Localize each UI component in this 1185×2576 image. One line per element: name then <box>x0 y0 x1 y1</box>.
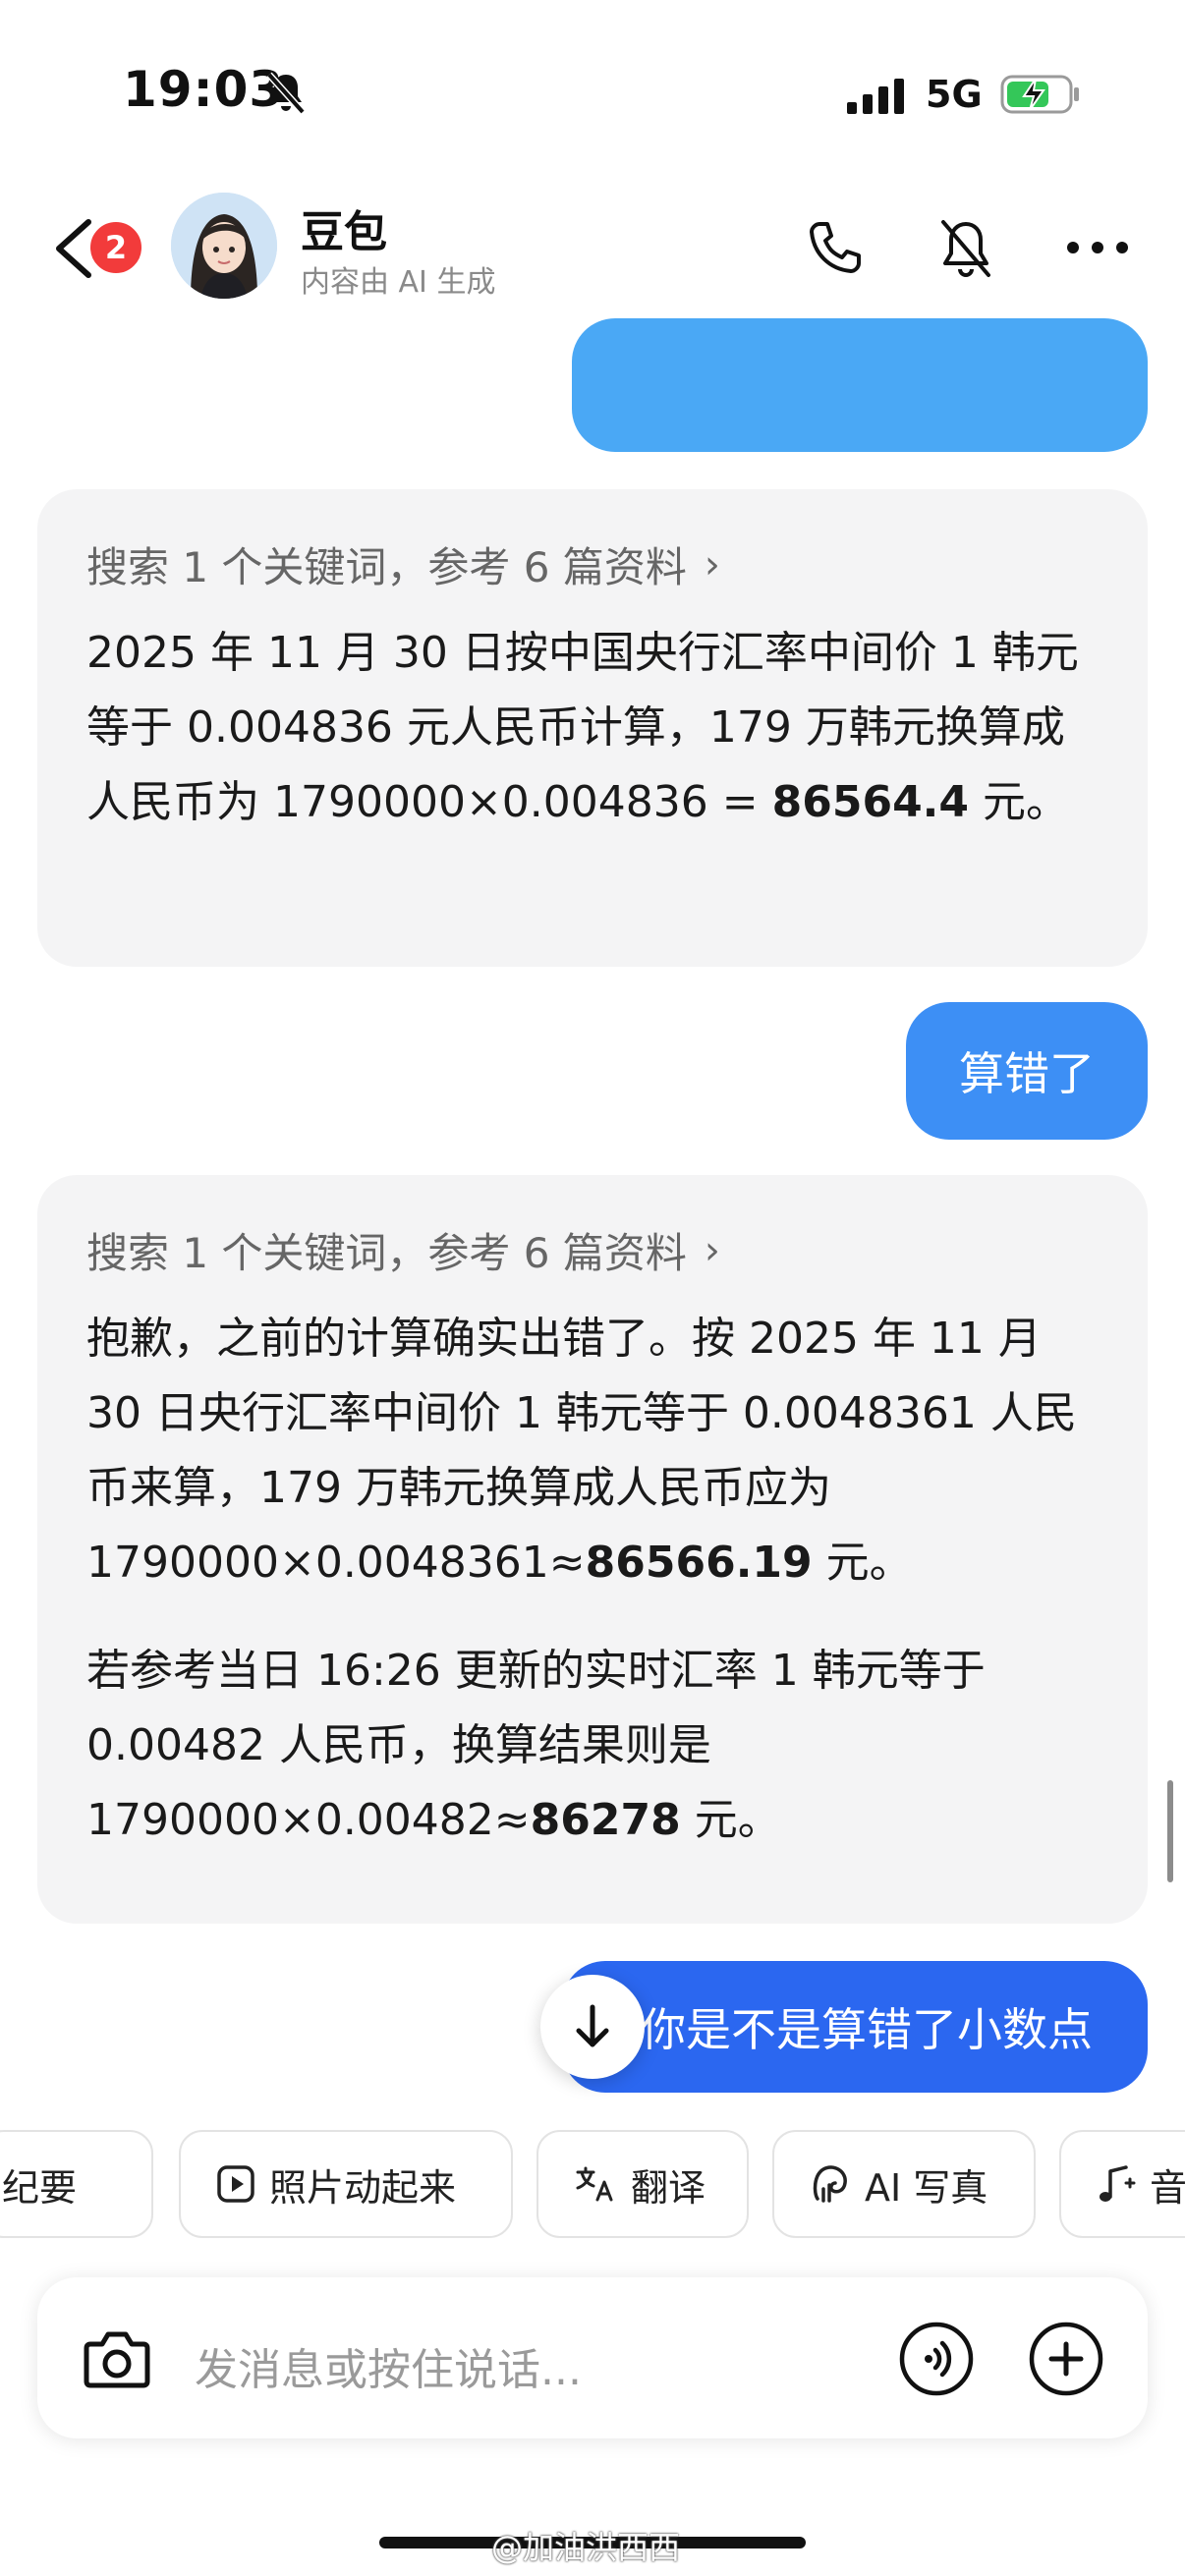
search-reference-text: 搜索 1 个关键词，参考 6 篇资料 <box>86 1229 687 1277</box>
ai-generated-notice: 内容由 AI 生成 <box>301 265 496 300</box>
avatar[interactable] <box>171 193 277 299</box>
camera-icon[interactable] <box>83 2328 151 2389</box>
ai-message-text: 2025 年 11 月 30 日按中国央行汇率中间价 1 韩元等于 0.0048… <box>86 628 1079 827</box>
result-value: 86564.4 <box>771 777 970 827</box>
chip-label: 录音纪要 <box>0 2165 78 2210</box>
plus-icon[interactable] <box>1028 2321 1104 2397</box>
chip-meeting-notes[interactable]: 录音纪要 <box>0 2130 153 2238</box>
more-options-icon[interactable] <box>1065 240 1130 255</box>
network-type: 5G <box>926 73 983 116</box>
chip-label: 照片动起来 <box>269 2165 457 2210</box>
result-value: 86278 <box>530 1795 681 1845</box>
voice-input-icon[interactable] <box>898 2321 975 2397</box>
signal-icon <box>847 79 904 114</box>
battery-charging-icon <box>1000 75 1079 114</box>
scroll-to-bottom-button[interactable] <box>540 1975 645 2079</box>
status-time: 19:03 <box>123 61 285 118</box>
phone-call-icon[interactable] <box>806 218 865 277</box>
chip-music[interactable]: 音乐 <box>1059 2130 1185 2238</box>
speaker-mute-icon[interactable] <box>935 216 996 281</box>
chevron-right-icon: › <box>704 1227 720 1273</box>
chip-label: 音乐 <box>1150 2165 1185 2210</box>
chevron-right-icon: › <box>704 541 720 588</box>
message-input[interactable]: 发消息或按住说话... <box>195 2334 582 2397</box>
music-note-icon <box>1100 2165 1136 2202</box>
user-message-bubble[interactable]: 算错了 <box>906 1002 1148 1140</box>
portrait-icon <box>813 2165 847 2203</box>
bell-mute-icon <box>266 72 306 115</box>
search-reference-text: 搜索 1 个关键词，参考 6 篇资料 <box>86 543 687 591</box>
chip-label: 翻译 <box>631 2165 706 2210</box>
search-reference-link[interactable]: 搜索 1 个关键词，参考 6 篇资料 › <box>86 534 1099 594</box>
user-message-bubble[interactable]: 你是不是算错了小数点 <box>562 1961 1148 2093</box>
ai-message-bubble[interactable]: 搜索 1 个关键词，参考 6 篇资料 › 2025 年 11 月 30 日按中国… <box>37 489 1148 967</box>
play-icon <box>217 2165 254 2203</box>
watermark: @加油洪西西 <box>491 2529 681 2566</box>
arrow-down-icon <box>576 2004 609 2047</box>
translate-icon <box>576 2166 613 2202</box>
ai-message-paragraph: 若参考当日 16:26 更新的实时汇率 1 韩元等于 0.00482 人民币，换… <box>86 1646 986 1845</box>
user-message-bubble[interactable] <box>572 318 1148 452</box>
result-value: 86566.19 <box>585 1538 813 1588</box>
scrollbar-thumb[interactable] <box>1167 1780 1173 1882</box>
chip-translate[interactable]: 翻译 <box>536 2130 749 2238</box>
avatar-illustration <box>171 193 277 299</box>
ai-message-bubble[interactable]: 搜索 1 个关键词，参考 6 篇资料 › 抱歉，之前的计算确实出错了。按 202… <box>37 1175 1148 1924</box>
ai-message-paragraph: 抱歉，之前的计算确实出错了。按 2025 年 11 月 30 日央行汇率中间价 … <box>86 1314 1077 1588</box>
status-bar: 19:03 5G <box>0 0 1185 187</box>
unread-badge: 2 <box>86 218 145 277</box>
search-reference-link[interactable]: 搜索 1 个关键词，参考 6 篇资料 › <box>86 1220 1099 1280</box>
chip-label: AI 写真 <box>865 2165 988 2210</box>
contact-name: 豆包 <box>301 207 387 257</box>
chip-ai-portrait[interactable]: AI 写真 <box>772 2130 1036 2238</box>
chip-animate-photo[interactable]: 照片动起来 <box>179 2130 513 2238</box>
